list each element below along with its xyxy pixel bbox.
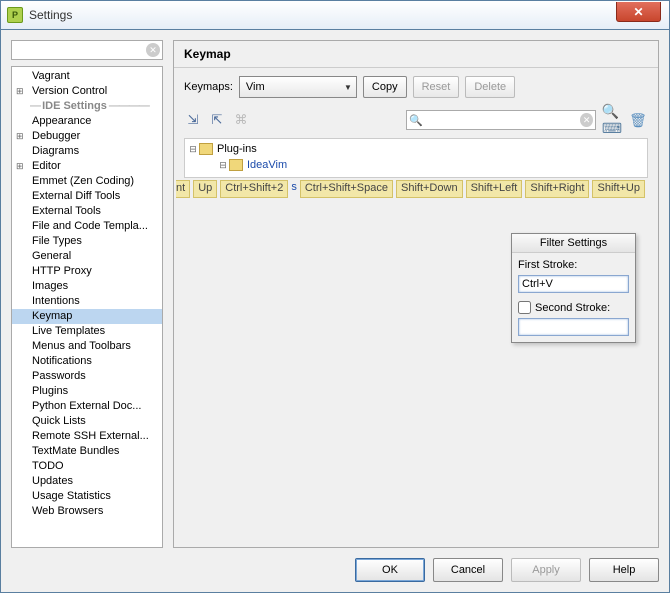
sidebar-item-version-control[interactable]: Version Control (12, 84, 162, 99)
tree-label: Plug-ins (217, 143, 257, 155)
edit-shortcut-icon: ⌘ (232, 111, 250, 129)
sidebar-item-remote-ssh-external-[interactable]: Remote SSH External... (12, 429, 162, 444)
action-toolbar: ⇲ ⇱ ⌘ 🔍 ✕ 🔍⌨ 🗑 (174, 106, 658, 134)
sidebar-item-keymap[interactable]: Keymap (12, 309, 162, 324)
sidebar-item-intentions[interactable]: Intentions (12, 294, 162, 309)
sidebar-item-ide-settings: — IDE Settings ———— (12, 99, 162, 114)
close-button[interactable]: ✕ (616, 2, 661, 22)
sidebar-item-file-types[interactable]: File Types (12, 234, 162, 249)
clear-search-icon[interactable]: ✕ (146, 43, 160, 57)
tree-row-ideavim[interactable]: ⊟ IdeaVim (187, 157, 645, 173)
apply-button[interactable]: Apply (511, 558, 581, 582)
find-by-shortcut-icon[interactable]: 🔍⌨ (602, 110, 622, 130)
settings-tree[interactable]: VagrantVersion Control— IDE Settings ———… (11, 66, 163, 548)
keymap-pane: Keymap Keymaps: Vim ▼ Copy Reset Delete … (173, 40, 659, 548)
collapse-icon[interactable]: ⊟ (187, 144, 199, 155)
dialog-body: ✕ VagrantVersion Control— IDE Settings —… (0, 30, 670, 593)
sidebar-item-updates[interactable]: Updates (12, 474, 162, 489)
sidebar-item-passwords[interactable]: Passwords (12, 369, 162, 384)
action-filter[interactable]: 🔍 ✕ (406, 110, 596, 130)
sidebar-item-diagrams[interactable]: Diagrams (12, 144, 162, 159)
dialog-footer: OK Cancel Apply Help (355, 558, 659, 582)
window-title: Settings (29, 8, 72, 22)
sidebar-item-textmate-bundles[interactable]: TextMate Bundles (12, 444, 162, 459)
first-stroke-input[interactable] (518, 275, 629, 293)
sidebar-item-external-diff-tools[interactable]: External Diff Tools (12, 189, 162, 204)
sidebar-item-live-templates[interactable]: Live Templates (12, 324, 162, 339)
filter-settings-popup: Filter Settings First Stroke: Second Str… (511, 233, 636, 343)
ok-button[interactable]: OK (355, 558, 425, 582)
folder-icon (199, 143, 213, 155)
shortcut-chip: Up (193, 180, 217, 198)
sidebar-item-emmet-zen-coding-[interactable]: Emmet (Zen Coding) (12, 174, 162, 189)
sidebar-item-todo[interactable]: TODO (12, 459, 162, 474)
reset-button[interactable]: Reset (413, 76, 460, 98)
folder-icon (229, 159, 243, 171)
search-icon: 🔍 (409, 114, 423, 127)
sidebar-item-menus-and-toolbars[interactable]: Menus and Toolbars (12, 339, 162, 354)
pane-title: Keymap (174, 41, 658, 68)
sidebar-item-http-proxy[interactable]: HTTP Proxy (12, 264, 162, 279)
expand-all-icon[interactable]: ⇲ (184, 111, 202, 129)
action-tree[interactable]: ⊟ Plug-ins ⊟ IdeaVim (184, 138, 648, 178)
tree-row-plugins[interactable]: ⊟ Plug-ins (187, 141, 645, 157)
sidebar-item-images[interactable]: Images (12, 279, 162, 294)
sidebar: ✕ VagrantVersion Control— IDE Settings —… (11, 40, 163, 548)
shortcut-chip: Ctrl+Shift+2 (220, 180, 288, 198)
help-button[interactable]: Help (589, 558, 659, 582)
sidebar-item-plugins[interactable]: Plugins (12, 384, 162, 399)
sidebar-search-input[interactable] (12, 44, 162, 56)
shortcut-chip: Shift+Right (525, 180, 589, 198)
shortcut-chip: Ctrl+Shift+Space (300, 180, 393, 198)
keymap-dropdown-value: Vim (246, 81, 265, 93)
sidebar-item-appearance[interactable]: Appearance (12, 114, 162, 129)
second-stroke-checkbox[interactable] (518, 301, 531, 314)
sidebar-search[interactable]: ✕ (11, 40, 163, 60)
keymap-dropdown[interactable]: Vim ▼ (239, 76, 357, 98)
delete-button[interactable]: Delete (465, 76, 515, 98)
sidebar-item-python-external-doc-[interactable]: Python External Doc... (12, 399, 162, 414)
titlebar: P Settings ✕ (0, 0, 670, 30)
shortcut-chip: Shift+Down (396, 180, 463, 198)
sidebar-item-debugger[interactable]: Debugger (12, 129, 162, 144)
first-stroke-label: First Stroke: (518, 259, 629, 271)
copy-button[interactable]: Copy (363, 76, 407, 98)
shortcut-chips: ntUpCtrl+Shift+2sCtrl+Shift+SpaceShift+D… (176, 180, 656, 198)
sidebar-item-notifications[interactable]: Notifications (12, 354, 162, 369)
shortcut-chip: Shift+Left (466, 180, 523, 198)
shortcut-chip: Shift+Up (592, 180, 645, 198)
action-filter-input[interactable] (425, 114, 580, 126)
clear-filter-icon[interactable]: ✕ (580, 113, 593, 127)
tree-label: IdeaVim (247, 159, 287, 171)
shortcut-chip: nt (176, 180, 190, 198)
sidebar-item-file-and-code-templa-[interactable]: File and Code Templa... (12, 219, 162, 234)
sidebar-item-external-tools[interactable]: External Tools (12, 204, 162, 219)
second-stroke-input[interactable] (518, 318, 629, 336)
chevron-down-icon: ▼ (344, 83, 352, 92)
second-stroke-label: Second Stroke: (535, 302, 610, 314)
sidebar-item-general[interactable]: General (12, 249, 162, 264)
sidebar-item-quick-lists[interactable]: Quick Lists (12, 414, 162, 429)
cancel-button[interactable]: Cancel (433, 558, 503, 582)
sidebar-item-editor[interactable]: Editor (12, 159, 162, 174)
filter-popup-title: Filter Settings (512, 234, 635, 253)
keymap-selector-row: Keymaps: Vim ▼ Copy Reset Delete (174, 68, 658, 106)
sidebar-item-web-browsers[interactable]: Web Browsers (12, 504, 162, 519)
app-icon: P (7, 7, 23, 23)
collapse-all-icon[interactable]: ⇱ (208, 111, 226, 129)
keymaps-label: Keymaps: (184, 81, 233, 93)
trash-icon[interactable]: 🗑 (628, 110, 648, 130)
collapse-icon[interactable]: ⊟ (217, 160, 229, 171)
sidebar-item-usage-statistics[interactable]: Usage Statistics (12, 489, 162, 504)
sidebar-item-vagrant[interactable]: Vagrant (12, 69, 162, 84)
shortcut-chip: s (291, 180, 297, 198)
